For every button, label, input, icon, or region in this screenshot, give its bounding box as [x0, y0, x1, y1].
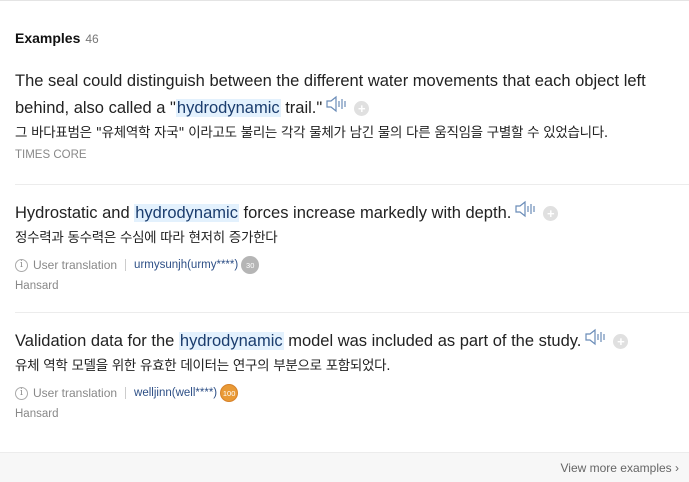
example-source: Hansard: [15, 408, 59, 421]
example-source: TIMES CORE: [15, 149, 87, 162]
examples-count: 46: [85, 32, 99, 46]
example-translation: 그 바다표범은 "유체역학 자국" 이라고도 불리는 각각 물체가 남긴 물의 …: [15, 125, 608, 142]
user-translation-row: i User translation urmysunjh(urmy****) 3…: [15, 256, 689, 275]
user-name-link[interactable]: welljinn(well****): [134, 387, 217, 399]
speaker-icon[interactable]: [515, 200, 537, 227]
view-more-examples-link[interactable]: View more examples ›: [561, 461, 680, 475]
user-translation-label: User translation: [33, 258, 118, 273]
user-level-badge: 100: [220, 384, 239, 403]
add-icon[interactable]: +: [613, 334, 629, 350]
example-sentence: The seal could distinguish between the d…: [15, 68, 689, 122]
user-name-link[interactable]: urmysunjh(urmy****): [134, 259, 238, 271]
user-level-badge: 30: [241, 256, 260, 275]
example-sentence: Validation data for the hydrodynamic mod…: [15, 328, 689, 355]
top-divider: [0, 0, 689, 1]
examples-header: Examples 46: [15, 30, 99, 46]
user-translation-row: i User translation welljinn(well****) 10…: [15, 384, 689, 403]
example-translation: 정수력과 동수력은 수심에 따라 현저히 증가한다: [15, 230, 278, 247]
example-sentence: Hydrostatic and hydrodynamic forces incr…: [15, 200, 689, 227]
info-icon[interactable]: i: [15, 258, 28, 272]
keyword-highlight[interactable]: hydrodynamic: [178, 332, 284, 350]
example-item: The seal could distinguish between the d…: [15, 68, 689, 161]
add-icon[interactable]: +: [354, 101, 370, 117]
speaker-icon[interactable]: [326, 95, 348, 122]
keyword-highlight[interactable]: hydrodynamic: [175, 99, 281, 117]
example-divider: [15, 184, 689, 185]
example-divider: [15, 312, 689, 313]
example-translation: 유체 역학 모델을 위한 유효한 데이터는 연구의 부분으로 포함되었다.: [15, 358, 391, 375]
examples-footer: View more examples ›: [0, 452, 689, 482]
example-item: Validation data for the hydrodynamic mod…: [15, 328, 689, 420]
speaker-icon[interactable]: [585, 328, 607, 355]
keyword-highlight[interactable]: hydrodynamic: [134, 204, 239, 222]
user-translation-label: User translation: [33, 386, 118, 401]
example-item: Hydrostatic and hydrodynamic forces incr…: [15, 200, 689, 292]
examples-title: Examples: [15, 30, 81, 46]
example-source: Hansard: [15, 280, 59, 293]
separator: [125, 259, 127, 272]
separator: [125, 387, 127, 400]
info-icon[interactable]: i: [15, 386, 28, 400]
add-icon[interactable]: +: [543, 206, 559, 222]
